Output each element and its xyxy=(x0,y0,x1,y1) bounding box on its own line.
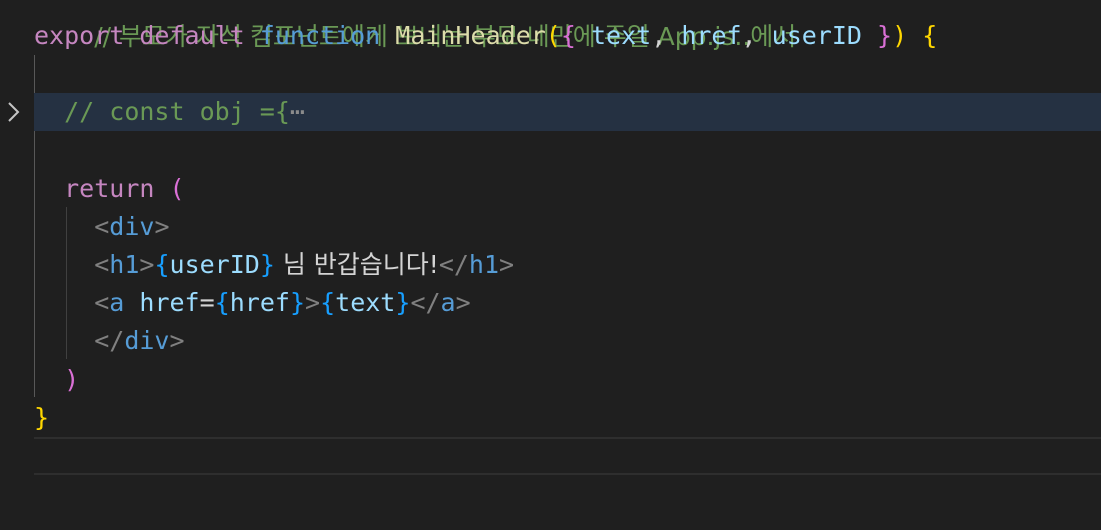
code-line: } xyxy=(34,399,1101,437)
code-comment: // const obj ={ xyxy=(64,97,290,126)
equals: = xyxy=(199,288,215,317)
function-body-brace: { xyxy=(922,21,938,50)
keyword-export: export xyxy=(34,21,125,50)
paren-close: ) xyxy=(64,365,80,394)
param-text: text xyxy=(590,21,652,50)
tag-bracket: > xyxy=(455,288,471,317)
tag-bracket: </ xyxy=(438,250,469,279)
variable: text xyxy=(335,288,396,317)
brace-close: } xyxy=(259,250,275,279)
param-userid: userID xyxy=(771,21,862,50)
chevron-right-icon[interactable] xyxy=(4,100,22,124)
code-editor[interactable]: // 부모가 자식 컴포넌트에게 보내는 부모 네만에 주일 App.js..에… xyxy=(0,0,1101,530)
brace-open: { xyxy=(560,21,576,50)
attribute-name: href xyxy=(139,288,200,317)
variable: href xyxy=(229,288,290,317)
code-line: <a href={href}>{text}</a> xyxy=(34,284,1101,322)
comma: , xyxy=(651,21,682,50)
tag-bracket: </ xyxy=(410,288,441,317)
tag-bracket: < xyxy=(94,212,110,241)
brace-open: { xyxy=(320,288,336,317)
paren-open: ( xyxy=(545,21,561,50)
brace-close: } xyxy=(877,21,893,50)
paren-close: ) xyxy=(892,21,908,50)
tag-name: a xyxy=(440,288,456,317)
function-name: MainHeader xyxy=(395,21,546,50)
code-line: ) xyxy=(34,361,1101,399)
tag-bracket: > xyxy=(305,288,321,317)
tag-name: h1 xyxy=(468,250,500,279)
param-href: href xyxy=(681,21,742,50)
code-line: export default function MainHeader({ tex… xyxy=(34,17,1101,55)
paren-open: ( xyxy=(169,174,185,203)
code-line: <div> xyxy=(34,208,1101,246)
tag-bracket: </ xyxy=(94,326,125,355)
tag-bracket: > xyxy=(139,250,155,279)
brace-close: } xyxy=(289,288,306,317)
function-body-brace-close: } xyxy=(34,403,50,432)
editor-gutter xyxy=(0,0,34,530)
code-line: // 부모가 자식 컴포넌트에게 보내는 부모 네만에 주일 App.js..에… xyxy=(34,0,1101,51)
brace-close: } xyxy=(395,288,411,317)
tag-bracket: < xyxy=(94,250,110,279)
variable: userID xyxy=(169,250,260,279)
code-line: </div> xyxy=(34,322,1101,360)
keyword-default: default xyxy=(139,21,245,50)
tag-name: div xyxy=(124,326,170,355)
tag-bracket: > xyxy=(499,250,515,279)
tag-name: a xyxy=(109,288,125,317)
keyword-function: function xyxy=(259,21,381,50)
brace-open: { xyxy=(214,288,230,317)
tag-name: h1 xyxy=(109,250,140,279)
folded-code-line[interactable]: // const obj ={⋯ xyxy=(34,93,1101,131)
tag-bracket: > xyxy=(154,212,170,241)
keyword-return: return xyxy=(64,174,155,203)
code-line: <h1>{userID} 님 반갑습니다!</h1> xyxy=(34,246,1101,284)
code-line: return ( xyxy=(34,170,1101,208)
brace-open: { xyxy=(154,250,170,279)
tag-name: div xyxy=(109,212,155,241)
tag-bracket: > xyxy=(169,326,185,355)
comma: , xyxy=(741,21,772,50)
current-line[interactable] xyxy=(34,437,1101,475)
tag-bracket: < xyxy=(94,288,110,317)
jsx-text: 님 반갑습니다! xyxy=(274,250,439,279)
fold-ellipsis[interactable]: ⋯ xyxy=(290,97,305,126)
